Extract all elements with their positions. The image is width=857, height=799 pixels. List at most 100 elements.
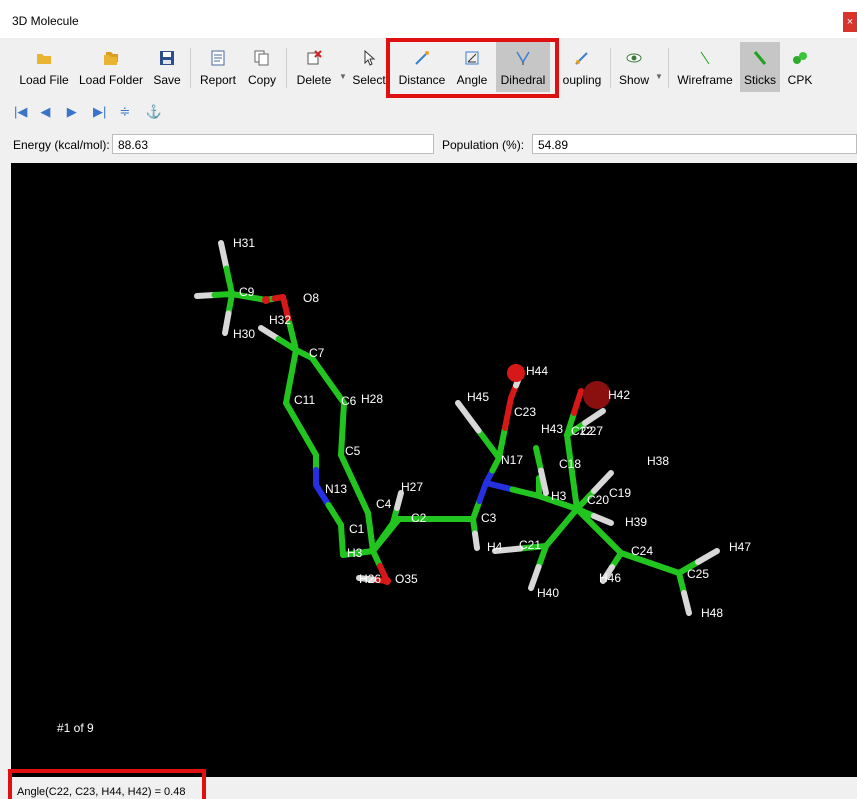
floppy-icon: [159, 50, 175, 66]
atom-sphere[interactable]: [507, 364, 525, 382]
wireframe-label: Wireframe: [677, 73, 733, 87]
bond-segment: [591, 513, 614, 526]
energy-label: Energy (kcal/mol):: [13, 138, 110, 152]
sticks-button[interactable]: Sticks: [740, 42, 780, 92]
save-button[interactable]: Save: [150, 42, 184, 92]
bond-segment: [258, 325, 282, 342]
atom-label: C24: [631, 544, 653, 558]
atom-label: H31: [233, 236, 255, 250]
bond-segment: [543, 524, 565, 549]
atom-label: C25: [687, 567, 709, 581]
next-frame-icon[interactable]: ▶: [67, 104, 81, 120]
bond-segment: [483, 480, 516, 493]
eye-icon: [626, 50, 642, 66]
bond-segment: [582, 408, 606, 426]
atom-label: H28: [361, 392, 383, 406]
atom-label: H39: [625, 515, 647, 529]
atom-label: C19: [609, 486, 631, 500]
atom-label: O8: [303, 291, 319, 305]
atom-label: H48: [701, 606, 723, 620]
atom-label: H40: [537, 586, 559, 600]
select-button[interactable]: Select: [350, 42, 388, 92]
report-button[interactable]: Report: [196, 42, 240, 92]
atom-label: C9: [239, 285, 255, 299]
cpk-label: CPK: [787, 73, 813, 87]
toolbar-separator: [610, 48, 611, 88]
atom-label: C20: [587, 493, 609, 507]
population-label: Population (%):: [442, 138, 525, 152]
atom-label: H42: [608, 388, 630, 402]
bond-segment: [676, 570, 687, 596]
delete-button[interactable]: Delete: [292, 42, 336, 92]
atom-label: H47: [729, 540, 751, 554]
status-highlight: [8, 769, 206, 799]
atom-label: C3: [481, 511, 497, 525]
bond-segment: [394, 490, 404, 511]
bond-segment: [569, 469, 580, 512]
bond-segment: [309, 355, 331, 384]
cursor-icon: [361, 49, 377, 66]
first-frame-icon[interactable]: |◀: [14, 104, 28, 120]
toolbar-separator: [190, 48, 191, 88]
frame-counter: #1 of 9: [57, 721, 94, 735]
molecule-viewer[interactable]: H31 C9 O8 H32 H30 C7 C11 C6 H28 C5 N13 H27 C4 C2 C3 C1 H…: [11, 163, 857, 777]
energy-field[interactable]: 88.63: [112, 134, 434, 154]
load-file-button[interactable]: Load File: [16, 42, 72, 92]
bond-segment: [298, 426, 319, 458]
report-label: Report: [199, 73, 237, 87]
anchor-icon[interactable]: ⚓: [146, 104, 162, 120]
copy-label: Copy: [247, 73, 276, 87]
atom-label: H3: [551, 489, 567, 503]
bond-segment: [223, 265, 235, 297]
bond-segment: [222, 310, 232, 336]
save-label: Save: [153, 73, 181, 87]
toolbar-separator: [286, 48, 287, 88]
load-folder-label: Load Folder: [78, 73, 144, 87]
bond-segment: [475, 427, 502, 461]
atom-label: C11: [294, 393, 315, 407]
bond-segment: [533, 445, 544, 474]
population-field[interactable]: 54.89: [532, 134, 857, 154]
coupling-label: oupling: [562, 73, 602, 87]
bond-segment: [338, 426, 346, 458]
molecule-canvas[interactable]: H31 C9 O8 H32 H30 C7 C11 C6 H28 C5 N13 H27 C4 C2 C3 C1 H…: [11, 163, 857, 777]
align-icon[interactable]: ≑: [119, 104, 133, 120]
atom-label: H43: [541, 422, 563, 436]
toolbar-separator: [668, 48, 669, 88]
bond-segment: [681, 590, 692, 616]
atom-label: C21: [519, 538, 541, 552]
last-frame-icon[interactable]: ▶|: [93, 104, 107, 120]
previous-frame-icon[interactable]: ◀: [40, 104, 54, 120]
atom-label: C1: [349, 522, 365, 536]
wireframe-button[interactable]: Wireframe: [674, 42, 736, 92]
show-button[interactable]: Show: [616, 42, 652, 92]
close-button[interactable]: ×: [843, 12, 857, 32]
atom-label: C27: [581, 424, 603, 438]
copy-button[interactable]: Copy: [244, 42, 280, 92]
load-folder-button[interactable]: Load Folder: [78, 42, 144, 92]
bond-segment: [502, 395, 514, 431]
atom-label: C5: [345, 444, 361, 458]
atom-label: H44: [526, 364, 548, 378]
title-bar: 3D Molecule ×: [0, 0, 857, 38]
atom-sphere[interactable]: [262, 296, 270, 304]
atom-sphere[interactable]: [583, 381, 611, 409]
bond-segment: [509, 486, 542, 499]
sticks-icon: [752, 50, 768, 66]
bond-segment: [288, 347, 299, 380]
atom-label: N13: [325, 482, 347, 496]
measure-tools-highlight: [386, 38, 559, 98]
atom-label: C2: [411, 511, 427, 525]
bond-segment: [283, 373, 294, 406]
show-dropdown-arrow-icon[interactable]: ▼: [655, 72, 663, 81]
atom-label: C4: [376, 497, 392, 511]
delete-dropdown-arrow-icon[interactable]: ▼: [339, 72, 347, 81]
atom-label: C18: [559, 457, 581, 471]
coupling-button[interactable]: oupling: [560, 42, 604, 92]
bond-segment: [647, 560, 682, 576]
cpk-button[interactable]: CPK: [784, 42, 816, 92]
wireframe-icon: [697, 50, 713, 66]
atom-label: N17: [501, 453, 523, 467]
delete-icon: [306, 50, 322, 66]
atom-sphere[interactable]: [383, 577, 391, 585]
